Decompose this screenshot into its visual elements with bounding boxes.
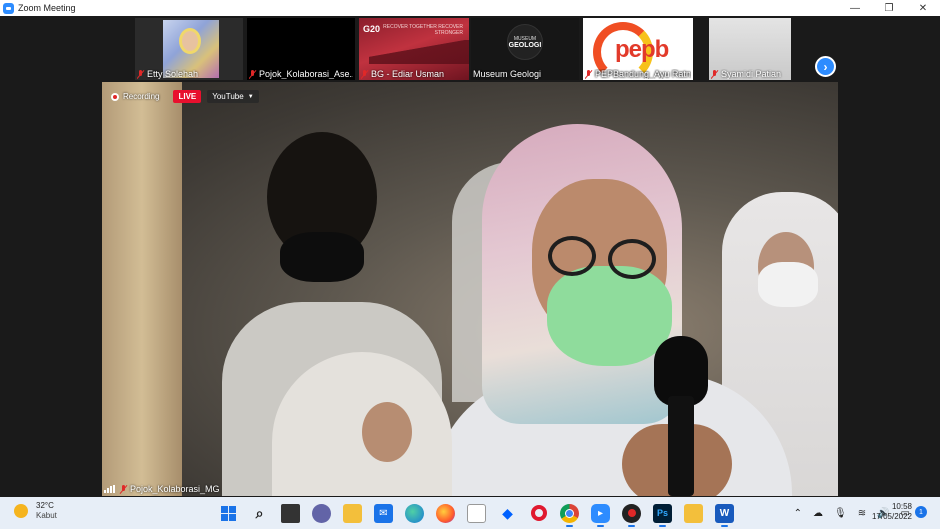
participant-name: BG - Ediar Usman: [361, 69, 467, 79]
main-video[interactable]: [102, 82, 838, 496]
participant-name: Syamidi Patian: [711, 69, 789, 79]
taskbar-clock[interactable]: 10:58 17/05/2022: [862, 502, 912, 522]
participant-name: PEPBandung_Ayu Ratna: [585, 69, 691, 79]
title-bar: Zoom Meeting — ❐ ✕: [0, 0, 940, 16]
speaker-figure: [432, 124, 792, 496]
active-speaker-label: Pojok_Kolaborasi_MG: [104, 484, 220, 494]
search-icon[interactable]: ⌕: [250, 504, 269, 523]
recording-icon: [111, 92, 119, 101]
speaker-glasses: [608, 239, 656, 279]
muted-mic-icon: [137, 69, 144, 79]
participant-tile[interactable]: MUSEUM GEOLOGI Museum Geologi: [471, 18, 579, 80]
window-controls: — ❐ ✕: [838, 0, 940, 16]
onedrive-icon[interactable]: ☁: [813, 508, 823, 519]
task-view-icon[interactable]: [281, 503, 300, 523]
weather-sun-icon: [14, 504, 28, 518]
zoom-app-icon: [3, 2, 14, 14]
mountain-graphic: [369, 40, 469, 64]
muted-mic-icon: [585, 69, 592, 79]
windows-start-icon[interactable]: [219, 504, 238, 523]
participant-face: [179, 28, 201, 54]
live-badge[interactable]: LIVE: [173, 90, 202, 103]
video-person-face: [362, 402, 412, 462]
window-title: Zoom Meeting: [18, 3, 76, 13]
chevron-up-icon[interactable]: ⌃: [794, 508, 802, 519]
pepb-logo: pepb: [615, 36, 669, 63]
zoom-icon[interactable]: ▸: [591, 503, 610, 527]
weather-desc: Kabut: [36, 511, 57, 520]
firefox-icon[interactable]: [436, 503, 455, 523]
weather-temp: 32°C: [36, 501, 54, 510]
museum-geologi-logo: MUSEUM GEOLOGI: [507, 24, 543, 60]
photoshop-icon[interactable]: Ps: [653, 503, 672, 527]
signal-icon: [104, 485, 116, 493]
edge-icon[interactable]: [405, 503, 424, 523]
taskbar-apps: ⌕ ✉ ◆ ▸ Ps W: [219, 501, 746, 527]
participant-tile[interactable]: Syamidi Patian: [709, 18, 791, 80]
participant-tile[interactable]: G20 RECOVER TOGETHER RECOVER STRONGER BG…: [359, 18, 469, 80]
weather-widget[interactable]: 32°C Kabut: [14, 501, 57, 521]
notification-badge[interactable]: 1: [915, 506, 927, 518]
video-background-pillar: [102, 82, 182, 496]
clock-time: 10:58: [891, 502, 912, 511]
opera-icon[interactable]: [529, 504, 548, 523]
recording-label: Recording: [123, 92, 160, 101]
microphone-icon[interactable]: 🎙: [834, 508, 847, 519]
dropbox-icon[interactable]: ◆: [498, 504, 517, 523]
next-page-button[interactable]: ›: [815, 56, 836, 77]
participant-name: Museum Geologi: [473, 69, 542, 79]
participant-tile[interactable]: Etty Solehah: [135, 18, 243, 80]
participant-strip: Etty Solehah Pojok_Kolaborasi_Ase... G20…: [0, 18, 940, 80]
close-button[interactable]: ✕: [906, 0, 940, 16]
g20-tagline: RECOVER TOGETHER RECOVER STRONGER: [383, 24, 463, 36]
minimize-button[interactable]: —: [838, 0, 872, 16]
recording-bar: Recording LIVE YouTube ▼: [111, 89, 259, 104]
file-icon[interactable]: [467, 503, 486, 523]
screen-recorder-icon[interactable]: [622, 503, 641, 527]
word-icon[interactable]: W: [715, 503, 734, 527]
muted-mic-icon: [249, 69, 256, 79]
zoom-meeting-window: Zoom Meeting — ❐ ✕ Etty Solehah Pojok_Ko…: [0, 0, 940, 529]
clock-date: 17/05/2022: [871, 512, 912, 521]
chrome-icon[interactable]: [560, 503, 579, 527]
participant-name: Etty Solehah: [137, 69, 241, 79]
speaker-glasses: [548, 236, 596, 276]
participant-tile[interactable]: Pojok_Kolaborasi_Ase...: [247, 18, 355, 80]
muted-mic-icon: [120, 484, 127, 494]
stream-target-dropdown[interactable]: YouTube ▼: [207, 90, 259, 103]
participant-name: Pojok_Kolaborasi_Ase...: [249, 69, 353, 79]
video-person-mask: [280, 232, 364, 282]
mail-icon[interactable]: ✉: [374, 503, 393, 523]
folder-icon[interactable]: [684, 503, 703, 523]
chat-icon[interactable]: [312, 503, 331, 523]
file-explorer-icon[interactable]: [343, 503, 362, 523]
participant-tile[interactable]: pepb PEPBandung_Ayu Ratna: [583, 18, 693, 80]
restore-button[interactable]: ❐: [872, 0, 906, 16]
muted-mic-icon: [711, 69, 718, 79]
windows-taskbar: 32°C Kabut ⌕ ✉ ◆ ▸ Ps W ⌃ ☁ 🎙 ≋ 🔊 ▭ 10:5…: [0, 497, 940, 529]
caret-down-icon: ▼: [247, 93, 254, 100]
muted-mic-icon: [361, 69, 368, 79]
microphone: [654, 336, 708, 496]
